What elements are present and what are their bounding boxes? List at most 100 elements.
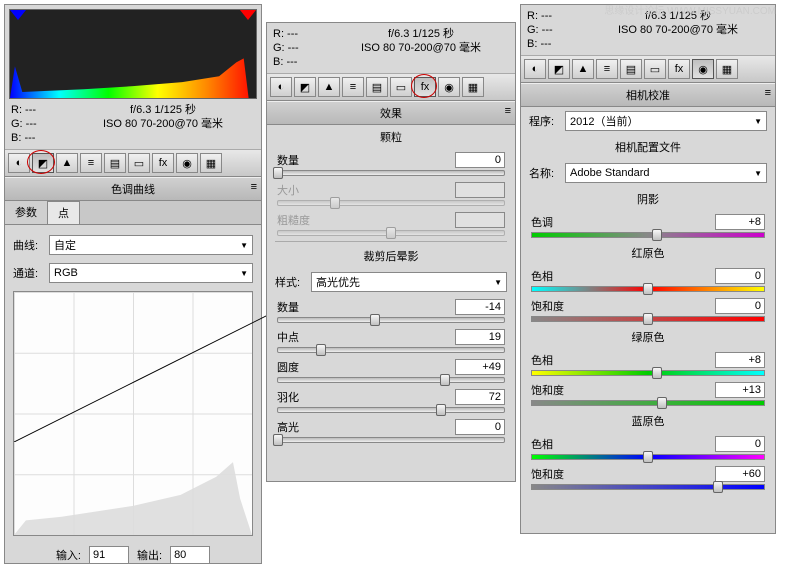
highlight-slider[interactable] <box>277 437 505 443</box>
tint-input[interactable] <box>715 214 765 230</box>
blue-sat-slider[interactable] <box>531 484 765 490</box>
b-value: B: --- <box>527 37 587 51</box>
section-header: 相机校准 ≡ <box>521 83 775 107</box>
grain-amount-slider[interactable] <box>277 170 505 176</box>
red-sat-input[interactable] <box>715 298 765 314</box>
output-field[interactable] <box>170 546 210 564</box>
tab-points[interactable]: 点 <box>48 201 80 224</box>
profile-dropdown[interactable]: Adobe Standard <box>565 163 767 183</box>
tab-split-icon[interactable]: ▤ <box>366 77 388 97</box>
tab-detail-icon[interactable]: ▲ <box>56 153 78 173</box>
tab-hsl-icon[interactable]: ≡ <box>342 77 364 97</box>
tab-preset-icon[interactable]: ▦ <box>462 77 484 97</box>
menu-icon[interactable]: ≡ <box>505 105 511 117</box>
tab-fx-icon[interactable]: fx <box>414 77 436 97</box>
tint-label: 色调 <box>531 214 553 230</box>
g-value: G: --- <box>527 23 587 37</box>
curve-editor[interactable] <box>13 291 253 536</box>
grain-amount-label: 数量 <box>277 152 299 168</box>
blue-hue-label: 色相 <box>531 436 553 452</box>
amount-input[interactable] <box>455 299 505 315</box>
tab-detail-icon[interactable]: ▲ <box>572 59 594 79</box>
menu-icon[interactable]: ≡ <box>251 181 257 193</box>
tab-fx-icon[interactable]: fx <box>152 153 174 173</box>
red-title: 红原色 <box>521 241 775 265</box>
midpoint-label: 中点 <box>277 329 299 345</box>
io-row: 输入: 输出: <box>5 540 261 570</box>
feather-slider[interactable] <box>277 407 505 413</box>
panel-effects: R: --- G: --- B: --- f/6.3 1/125 秒 ISO 8… <box>266 22 516 482</box>
tab-basic-icon[interactable]: ◐ <box>270 77 292 97</box>
tab-split-icon[interactable]: ▤ <box>620 59 642 79</box>
grain-amount-input[interactable] <box>455 152 505 168</box>
midpoint-slider[interactable] <box>277 347 505 353</box>
tab-curve-icon[interactable]: ◩ <box>548 59 570 79</box>
tint-slider[interactable] <box>531 232 765 238</box>
tab-split-icon[interactable]: ▤ <box>104 153 126 173</box>
g-value: G: --- <box>11 117 71 131</box>
grain-size-input <box>455 182 505 198</box>
curve-dropdown[interactable]: 自定 <box>49 235 253 255</box>
blue-title: 蓝原色 <box>521 409 775 433</box>
midpoint-input[interactable] <box>455 329 505 345</box>
blue-hue-slider[interactable] <box>531 454 765 460</box>
grain-rough-slider <box>277 230 505 236</box>
red-hue-slider[interactable] <box>531 286 765 292</box>
exposure-line2: ISO 80 70-200@70 毫米 <box>587 23 769 37</box>
feather-label: 羽化 <box>277 389 299 405</box>
tab-camera-icon[interactable]: ◉ <box>438 77 460 97</box>
roundness-input[interactable] <box>455 359 505 375</box>
channel-label: 通道: <box>13 265 49 281</box>
red-sat-slider[interactable] <box>531 316 765 322</box>
input-field[interactable] <box>89 546 129 564</box>
red-hue-input[interactable] <box>715 268 765 284</box>
amount-slider[interactable] <box>277 317 505 323</box>
red-sat-label: 饱和度 <box>531 298 564 314</box>
roundness-slider[interactable] <box>277 377 505 383</box>
green-sat-input[interactable] <box>715 382 765 398</box>
menu-icon[interactable]: ≡ <box>765 87 771 99</box>
profile-title: 相机配置文件 <box>521 135 775 159</box>
process-dropdown[interactable]: 2012（当前） <box>565 111 767 131</box>
green-hue-input[interactable] <box>715 352 765 368</box>
tab-fx-icon[interactable]: fx <box>668 59 690 79</box>
exposure-line2: ISO 80 70-200@70 毫米 <box>71 117 255 131</box>
tab-hsl-icon[interactable]: ≡ <box>596 59 618 79</box>
blue-sat-input[interactable] <box>715 466 765 482</box>
input-label: 输入: <box>56 547 81 563</box>
green-sat-slider[interactable] <box>531 400 765 406</box>
info-readout: R: --- G: --- B: --- f/6.3 1/125 秒 ISO 8… <box>11 103 255 145</box>
tab-curve-icon[interactable]: ◩ <box>32 153 54 173</box>
tab-basic-icon[interactable]: ◐ <box>8 153 30 173</box>
tab-preset-icon[interactable]: ▦ <box>716 59 738 79</box>
blue-sat-label: 饱和度 <box>531 466 564 482</box>
toolbar: ◐ ◩ ▲ ≡ ▤ ▭ fx ◉ ▦ <box>5 149 261 177</box>
tab-lens-icon[interactable]: ▭ <box>128 153 150 173</box>
tab-lens-icon[interactable]: ▭ <box>644 59 666 79</box>
style-dropdown[interactable]: 高光优先 <box>311 272 507 292</box>
style-label: 样式: <box>275 274 311 290</box>
clip-highlight-icon[interactable] <box>240 10 256 20</box>
tab-camera-icon[interactable]: ◉ <box>176 153 198 173</box>
green-hue-slider[interactable] <box>531 370 765 376</box>
tab-params[interactable]: 参数 <box>5 201 48 224</box>
tab-detail-icon[interactable]: ▲ <box>318 77 340 97</box>
tab-lens-icon[interactable]: ▭ <box>390 77 412 97</box>
tab-basic-icon[interactable]: ◐ <box>524 59 546 79</box>
feather-input[interactable] <box>455 389 505 405</box>
green-sat-label: 饱和度 <box>531 382 564 398</box>
amount-label: 数量 <box>277 299 299 315</box>
grain-title: 颗粒 <box>267 125 515 149</box>
tab-camera-icon[interactable]: ◉ <box>692 59 714 79</box>
blue-hue-input[interactable] <box>715 436 765 452</box>
green-hue-label: 色相 <box>531 352 553 368</box>
tab-preset-icon[interactable]: ▦ <box>200 153 222 173</box>
panel-tone-curve: R: --- G: --- B: --- f/6.3 1/125 秒 ISO 8… <box>4 4 262 564</box>
tab-hsl-icon[interactable]: ≡ <box>80 153 102 173</box>
channel-dropdown[interactable]: RGB <box>49 263 253 283</box>
histogram[interactable] <box>9 9 257 99</box>
tab-curve-icon[interactable]: ◩ <box>294 77 316 97</box>
process-label: 程序: <box>529 113 565 129</box>
clip-shadow-icon[interactable] <box>10 10 26 20</box>
highlight-input[interactable] <box>455 419 505 435</box>
